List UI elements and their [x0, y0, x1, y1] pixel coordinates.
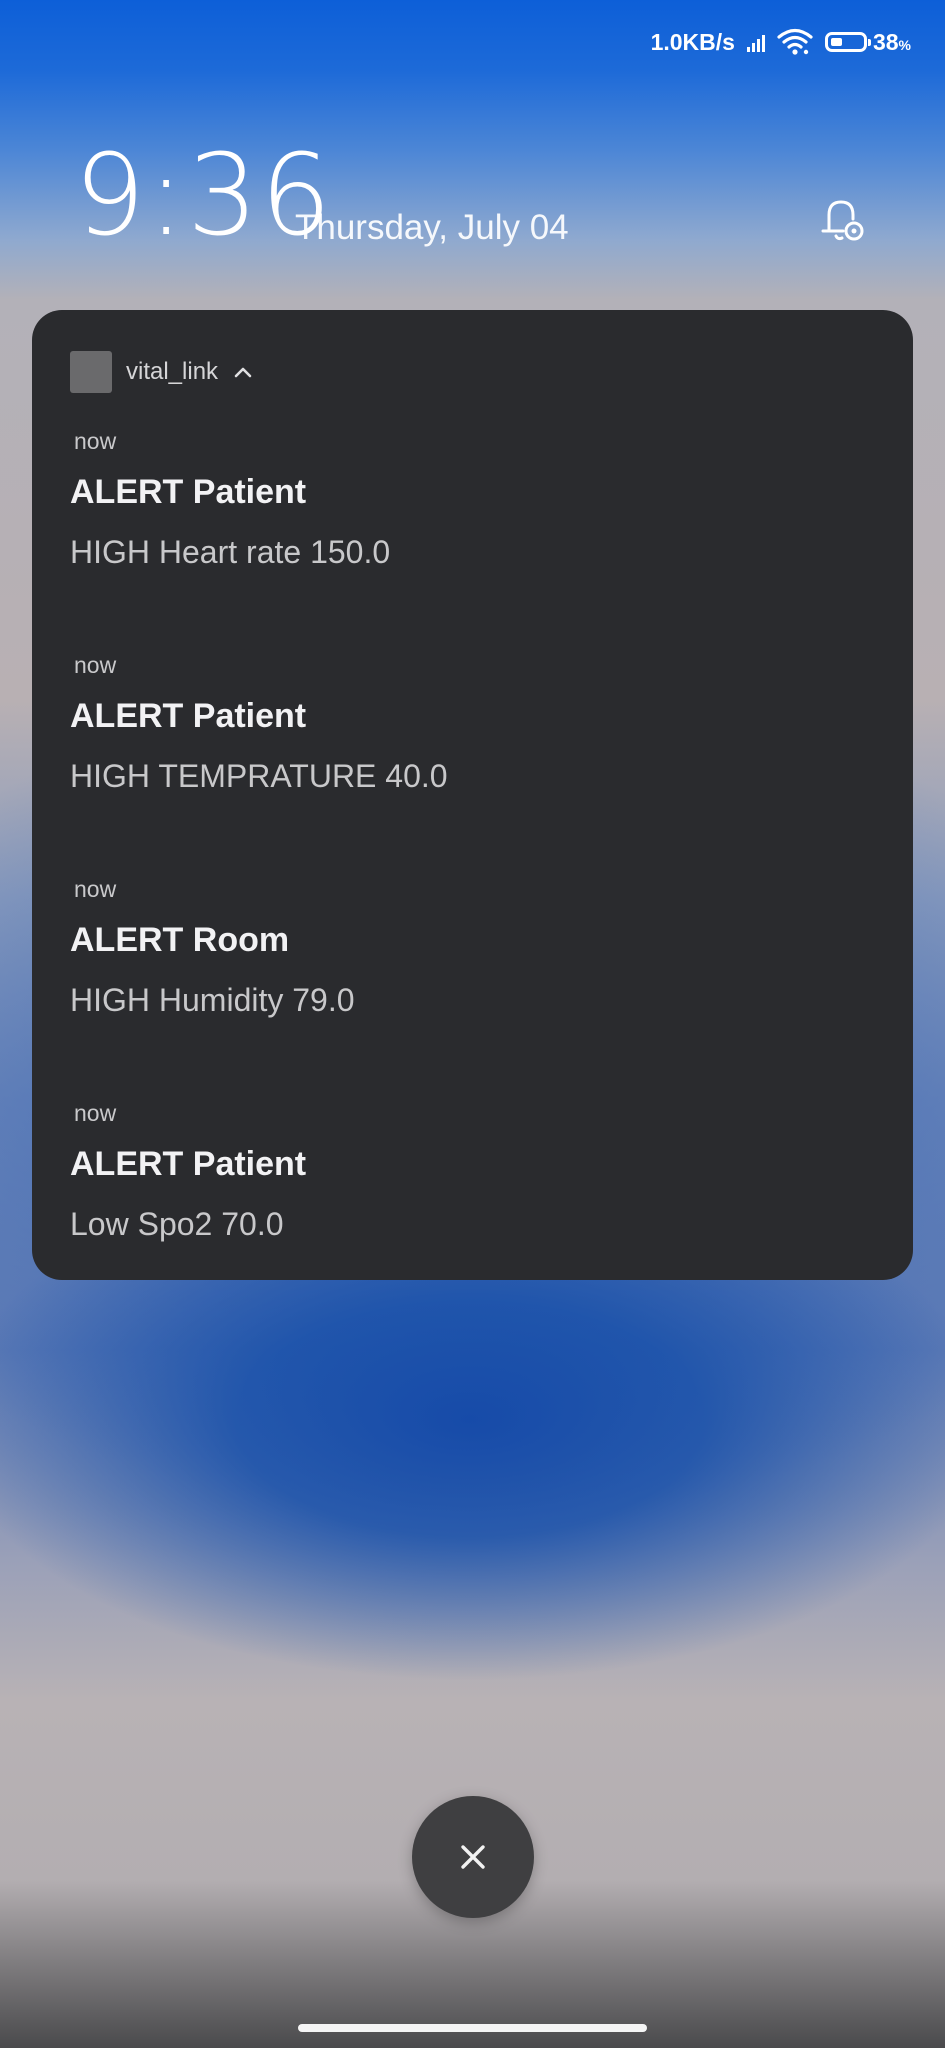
status-bar: 1.0KB/s 38%: [651, 22, 911, 62]
battery-level: [824, 32, 871, 52]
notification-time: now: [74, 876, 117, 902]
notification-title: ALERT Patient: [70, 473, 307, 511]
wifi-icon: [777, 28, 813, 55]
notification-item[interactable]: now ALERT Room HIGH Humidity 79.0: [70, 876, 870, 1019]
battery-icon: 38%: [824, 28, 911, 56]
notification-settings-icon[interactable]: [815, 193, 869, 247]
app-name: vital_link: [126, 358, 219, 385]
home-indicator[interactable]: [298, 2024, 647, 2032]
notification-time: now: [74, 428, 117, 454]
signal-icon: [746, 32, 765, 52]
notification-body: HIGH Humidity 79.0: [70, 982, 355, 1018]
notification-title: ALERT Patient: [70, 1145, 307, 1183]
notification-time: now: [74, 1100, 117, 1126]
notification-time: now: [74, 652, 117, 678]
close-icon: [461, 1845, 485, 1869]
notification-item[interactable]: now ALERT Patient Low Spo2 70.0: [70, 1100, 870, 1243]
notification-body: HIGH Heart rate 150.0: [70, 534, 391, 570]
notification-item[interactable]: now ALERT Patient HIGH TEMPRATURE 40.0: [70, 652, 870, 795]
network-speed: 1.0KB/s: [650, 28, 735, 55]
notification-header[interactable]: vital_link: [70, 350, 875, 394]
battery-percent: 38%: [872, 28, 911, 55]
chevron-up-icon[interactable]: [232, 361, 254, 383]
clear-all-button[interactable]: [412, 1796, 534, 1918]
battery-cap: [867, 39, 871, 46]
app-icon: [70, 351, 112, 393]
notification-body: Low Spo2 70.0: [70, 1206, 284, 1242]
lockscreen-date: Thursday, July 04: [295, 208, 569, 247]
notification-body: HIGH TEMPRATURE 40.0: [70, 758, 448, 794]
battery-fill: [830, 38, 843, 46]
notification-title: ALERT Room: [70, 921, 290, 959]
notification-title: ALERT Patient: [70, 697, 307, 735]
notification-item[interactable]: now ALERT Patient HIGH Heart rate 150.0: [70, 428, 870, 571]
notification-card[interactable]: vital_link now ALERT Patient HIGH Heart …: [32, 310, 913, 1280]
